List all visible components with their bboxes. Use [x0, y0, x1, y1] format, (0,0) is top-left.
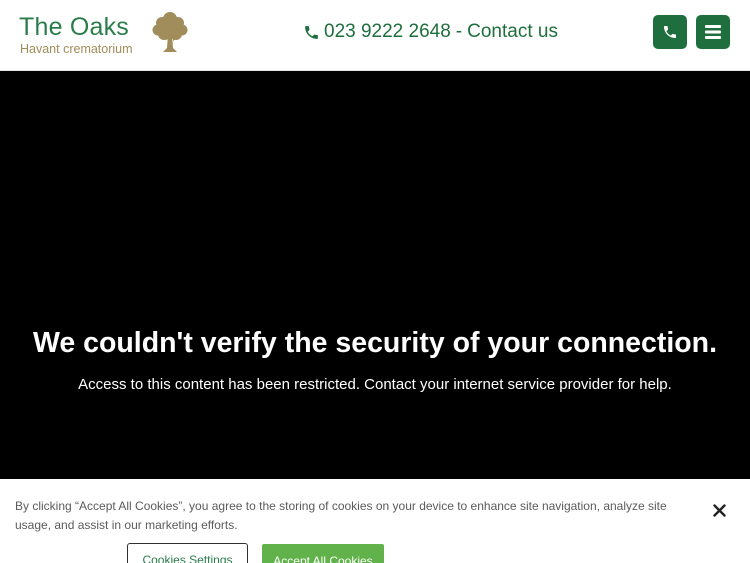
contact-separator: -	[455, 21, 463, 42]
cookie-close-button[interactable]	[710, 501, 728, 519]
close-icon	[712, 503, 726, 517]
site-header: The Oaks Havant crematorium 023 9222 264…	[0, 0, 750, 71]
menu-button[interactable]	[696, 15, 730, 49]
logo-subtitle: Havant crematorium	[20, 42, 133, 56]
cookies-settings-button[interactable]: Cookies Settings	[127, 543, 248, 563]
logo-title: The Oaks	[19, 13, 129, 41]
cookie-banner: By clicking “Accept All Cookies”, you ag…	[0, 479, 750, 563]
site-logo[interactable]: The Oaks Havant crematorium	[19, 12, 194, 61]
cookie-text: By clicking “Accept All Cookies”, you ag…	[15, 499, 667, 532]
oak-tree-icon	[152, 12, 188, 52]
restricted-title: We couldn't verify the security of your …	[32, 327, 718, 359]
phone-icon	[305, 25, 318, 39]
restricted-content-panel: We couldn't verify the security of your …	[0, 71, 750, 479]
accept-all-cookies-button[interactable]: Accept All Cookies	[262, 544, 384, 563]
phone-icon	[664, 26, 676, 38]
restricted-message: Access to this content has been restrict…	[78, 376, 672, 393]
contact-us-link[interactable]: Contact us	[467, 21, 558, 43]
hamburger-menu-icon	[705, 25, 721, 39]
call-button[interactable]	[653, 15, 687, 49]
contact-link[interactable]: 023 9222 2648 - Contact us	[303, 20, 558, 44]
phone-number[interactable]: 023 9222 2648	[324, 21, 451, 43]
